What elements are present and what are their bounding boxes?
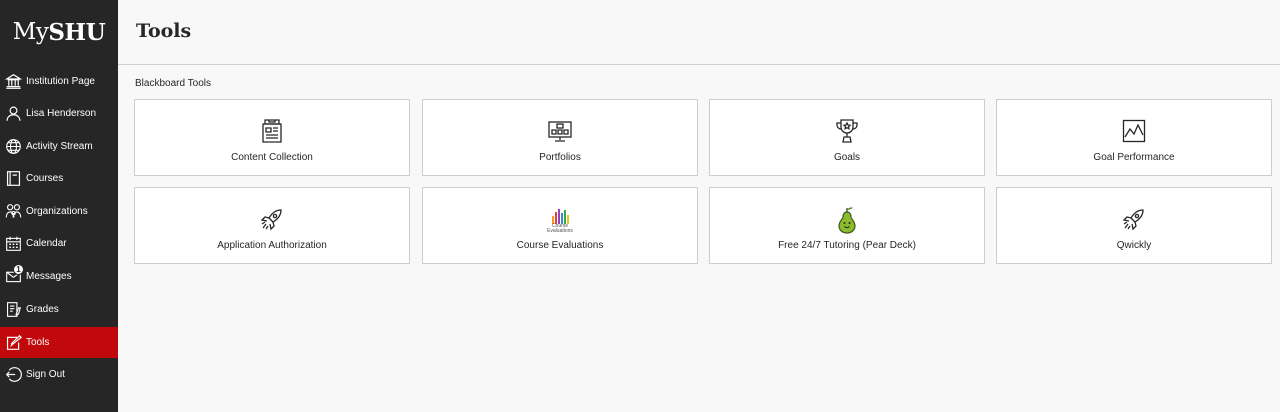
sidebar-item-label: Tools [26, 337, 50, 348]
sidebar-item-label: Courses [26, 173, 64, 184]
tool-label: Goals [833, 152, 861, 163]
sidebar-item-courses[interactable]: Courses [0, 163, 118, 194]
sidebar-item-label: Sign Out [26, 369, 65, 380]
tool-tile-goal-performance[interactable]: Goal Performance [996, 99, 1272, 176]
tool-label: Free 24/7 Tutoring (Pear Deck) [778, 240, 916, 251]
tool-tile-portfolios[interactable]: Portfolios [422, 99, 698, 176]
tool-tile-pear-deck-tutoring[interactable]: Free 24/7 Tutoring (Pear Deck) [709, 187, 985, 264]
sidebar-item-label: Institution Page [26, 76, 95, 87]
course-evaluations-logo: Course Evaluations [545, 203, 575, 235]
line-chart-icon [1122, 117, 1146, 145]
course-evaluations-logo-text: Evaluations [547, 228, 573, 234]
myshu-logo[interactable]: My SHU [0, 0, 118, 64]
grades-icon [0, 294, 26, 325]
sidebar-item-label: Grades [26, 304, 59, 315]
content-collection-icon [260, 117, 284, 145]
sidebar-item-label: Calendar [26, 238, 67, 249]
rocket-icon [1122, 205, 1146, 233]
calendar-icon [0, 228, 26, 259]
sidebar-item-lisa-henderson[interactable]: Lisa Henderson [0, 98, 118, 129]
sidebar-item-label: Lisa Henderson [26, 108, 97, 119]
sidebar-item-calendar[interactable]: Calendar [0, 228, 118, 259]
sidebar-item-sign-out[interactable]: Sign Out [0, 359, 118, 390]
sidebar-item-label: Messages [26, 271, 72, 282]
rocket-icon [260, 205, 284, 233]
tool-tile-application-authorization[interactable]: Application Authorization [134, 187, 410, 264]
message-count-badge: 1 [13, 264, 24, 275]
tool-label: Goal Performance [1093, 152, 1175, 163]
tool-tile-course-evaluations[interactable]: Course Evaluations Course Evaluations [422, 187, 698, 264]
sidebar-item-tools[interactable]: Tools [0, 327, 118, 358]
sidebar-item-messages[interactable]: 1 Messages [0, 261, 118, 292]
sidebar-item-label: Activity Stream [26, 141, 93, 152]
tool-tile-goals[interactable]: Goals [709, 99, 985, 176]
envelope-icon: 1 [0, 261, 26, 292]
globe-icon [0, 131, 26, 162]
portfolios-icon [547, 117, 573, 145]
edit-icon [0, 327, 26, 358]
tool-label: Qwickly [1116, 240, 1152, 251]
tool-label: Application Authorization [217, 240, 327, 251]
institution-icon [0, 66, 26, 97]
people-icon [0, 196, 26, 227]
sidebar-item-activity-stream[interactable]: Activity Stream [0, 131, 118, 162]
page-title: Tools [136, 20, 192, 42]
sidebar-item-organizations[interactable]: Organizations [0, 196, 118, 227]
tool-tile-qwickly[interactable]: Qwickly [996, 187, 1272, 264]
tool-tile-content-collection[interactable]: Content Collection [134, 99, 410, 176]
trophy-icon [835, 117, 859, 145]
sidebar-item-grades[interactable]: Grades [0, 294, 118, 325]
sidebar-item-institution-page[interactable]: Institution Page [0, 66, 118, 97]
book-icon [0, 163, 26, 194]
page-header: Tools [118, 0, 1280, 65]
pear-icon [836, 203, 858, 235]
tool-label: Course Evaluations [516, 240, 604, 251]
section-title: Blackboard Tools [135, 78, 211, 89]
sidebar-item-label: Organizations [26, 206, 88, 217]
tool-label: Portfolios [539, 152, 581, 163]
user-icon [0, 98, 26, 129]
tool-label: Content Collection [231, 152, 313, 163]
sign-out-icon [0, 359, 26, 390]
sidebar: My SHU Institution Page Lisa Henderson Ac… [0, 0, 118, 412]
